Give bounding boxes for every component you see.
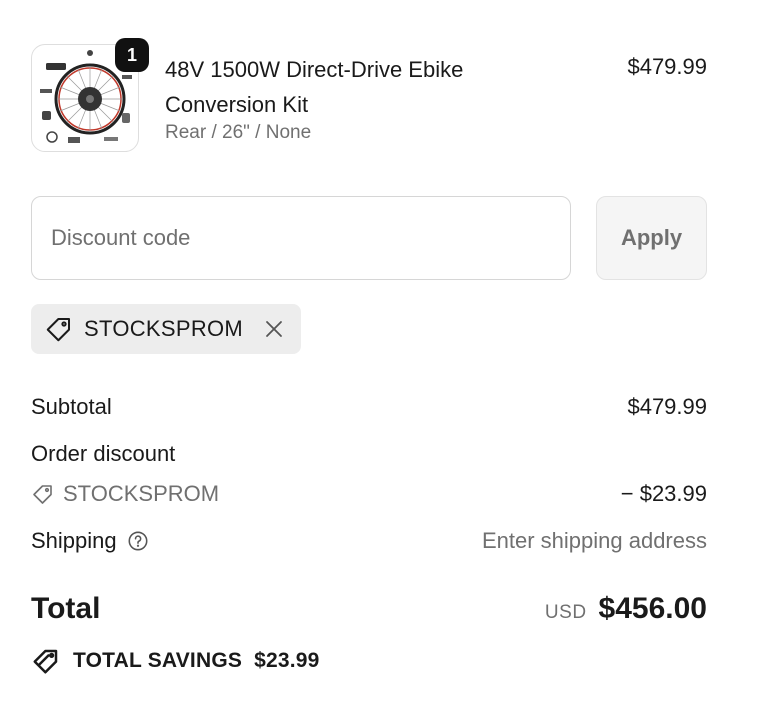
order-discount-label: Order discount: [31, 441, 176, 466]
total-row: Total USD $456.00: [31, 592, 707, 626]
product-title: 48V 1500W Direct-Drive Ebike Conversion …: [165, 57, 464, 117]
total-savings-value: $23.99: [254, 649, 320, 672]
order-discount-row: Order discount: [31, 441, 707, 467]
tag-icon: [31, 646, 61, 676]
total-label: Total: [31, 592, 101, 625]
cart-line-item: 1 48V 1500W Direct-Drive Ebike Conversio…: [31, 38, 707, 154]
product-variant: Rear / 26" / None: [165, 122, 312, 143]
order-discount-code-row: STOCKSPROM − $23.99: [31, 481, 707, 507]
apply-discount-button[interactable]: Apply: [596, 196, 707, 280]
product-price: $479.99: [627, 54, 707, 79]
discount-code-input[interactable]: [31, 196, 571, 280]
total-savings: TOTAL SAVINGS $23.99: [31, 646, 320, 676]
subtotal-row: Subtotal $479.99: [31, 394, 707, 420]
help-circle-icon[interactable]: [127, 530, 149, 552]
tag-icon: [31, 482, 55, 506]
subtotal-label: Subtotal: [31, 394, 112, 419]
close-icon[interactable]: [261, 316, 287, 342]
subtotal-value: $479.99: [627, 394, 707, 419]
quantity-badge: 1: [115, 38, 149, 72]
order-discount-value: − $23.99: [620, 481, 707, 506]
order-discount-code: STOCKSPROM: [63, 481, 220, 506]
currency-code: USD: [544, 602, 587, 623]
applied-discount-code: STOCKSPROM: [84, 316, 244, 341]
total-value: $456.00: [598, 592, 707, 625]
applied-discount-chip: STOCKSPROM: [31, 304, 302, 354]
shipping-row: Shipping Enter shipping address: [31, 528, 707, 554]
product-thumbnail: 1: [31, 38, 149, 152]
tag-icon: [44, 314, 74, 344]
total-savings-label: TOTAL SAVINGS: [73, 649, 243, 672]
shipping-label: Shipping: [31, 528, 117, 553]
shipping-value: Enter shipping address: [481, 528, 707, 553]
